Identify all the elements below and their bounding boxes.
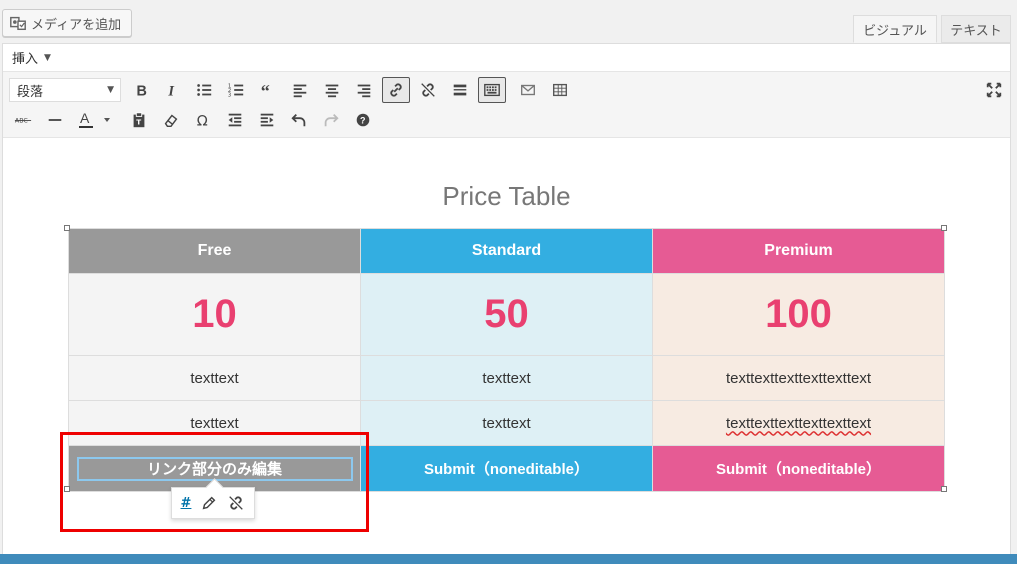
spellcheck-text: texttexttexttexttexttext (725, 414, 872, 432)
svg-text:?: ? (360, 116, 366, 126)
unlink-icon (421, 83, 435, 97)
bold-button[interactable]: B (127, 77, 155, 103)
clear-formatting-icon (164, 114, 178, 128)
header-free: Free (68, 228, 361, 274)
svg-text:Ω: Ω (197, 113, 208, 129)
table-cell: texttexttexttexttexttext (652, 355, 945, 401)
align-center-button[interactable] (318, 77, 346, 103)
page-title: Price Table (442, 181, 571, 211)
table-cell: texttexttexttexttexttext (652, 400, 945, 446)
table-cell: texttext (360, 355, 653, 401)
table-icon (553, 83, 567, 97)
price-free: 10 (68, 273, 361, 356)
fullscreen-button[interactable] (980, 77, 1008, 103)
redo-button[interactable] (317, 107, 345, 133)
add-media-button[interactable]: メディアを追加 (2, 9, 132, 37)
format-select[interactable]: 段落 ▼ (9, 78, 121, 102)
highlight-box (60, 432, 369, 532)
horizontal-line-icon (48, 119, 62, 121)
submit-button-standard: Submit（noneditable） (360, 445, 653, 492)
read-more-icon (453, 84, 467, 96)
resize-handle[interactable] (64, 225, 70, 231)
header-standard: Standard (360, 228, 653, 274)
svg-text:T: T (136, 118, 141, 127)
bold-icon: B (137, 83, 147, 99)
horizontal-line-button[interactable] (41, 107, 69, 133)
chevron-down-icon: ▼ (44, 52, 51, 63)
indent-button[interactable] (253, 107, 281, 133)
strikethrough-icon: ABC (14, 118, 32, 125)
numbered-list-button[interactable]: 123 (222, 77, 250, 103)
help-icon: ? (356, 113, 370, 127)
table-cell: texttext (360, 400, 653, 446)
svg-text:B: B (137, 83, 147, 99)
bullet-list-icon (197, 84, 212, 96)
price-standard: 50 (360, 273, 653, 356)
omega-icon: Ω (197, 113, 208, 129)
table-button[interactable] (546, 77, 574, 103)
outdent-icon (228, 113, 242, 127)
toolbar-toggle-icon (484, 83, 500, 97)
align-right-button[interactable] (350, 77, 378, 103)
undo-icon (291, 113, 306, 127)
table-row: texttext texttext texttexttexttexttextte… (68, 355, 945, 401)
help-button[interactable]: ? (349, 107, 377, 133)
toolbar-toggle-button[interactable] (478, 77, 506, 103)
svg-text:3: 3 (228, 92, 231, 98)
align-left-button[interactable] (286, 77, 314, 103)
blockquote-icon: “ (261, 81, 270, 99)
italic-icon: I (167, 83, 174, 99)
resize-handle[interactable] (941, 486, 947, 492)
text-color-button[interactable]: A (73, 107, 117, 133)
table-row: Free Standard Premium (68, 228, 945, 274)
undo-button[interactable] (285, 107, 313, 133)
indent-icon (260, 113, 274, 127)
table-cell: texttext (68, 355, 361, 401)
insert-menu[interactable]: 挿入 (12, 48, 38, 67)
link-icon (390, 83, 402, 97)
media-icon (10, 16, 26, 31)
table-row: 10 50 100 (68, 273, 945, 356)
svg-text:ABC: ABC (15, 118, 29, 125)
bottom-bar (0, 554, 1017, 564)
clear-formatting-button[interactable] (157, 107, 185, 133)
paste-text-button[interactable]: T (125, 107, 153, 133)
read-more-button[interactable] (446, 77, 474, 103)
italic-button[interactable]: I (158, 77, 186, 103)
align-center-icon (325, 84, 339, 98)
menubar: 挿入 ▼ (3, 44, 1010, 72)
price-premium: 100 (652, 273, 945, 356)
strikethrough-button[interactable]: ABC (9, 107, 37, 133)
fullscreen-icon (986, 82, 1002, 98)
tab-text[interactable]: テキスト (941, 15, 1011, 43)
special-char-button[interactable]: Ω (189, 107, 217, 133)
email-icon (521, 84, 535, 96)
submit-button-premium: Submit（noneditable） (652, 445, 945, 492)
outdent-button[interactable] (221, 107, 249, 133)
redo-icon (324, 113, 339, 127)
svg-text:A: A (80, 110, 90, 126)
header-premium: Premium (652, 228, 945, 274)
paste-text-icon: T (133, 112, 145, 128)
chevron-down-icon: ▼ (107, 85, 114, 95)
format-select-value: 段落 (17, 84, 44, 100)
align-left-icon (293, 84, 307, 98)
tab-visual[interactable]: ビジュアル (853, 15, 937, 43)
text-color-icon: A (79, 110, 110, 128)
unlink-button[interactable] (414, 77, 442, 103)
numbered-list-icon: 123 (228, 83, 244, 98)
resize-handle[interactable] (941, 225, 947, 231)
bullet-list-button[interactable] (190, 77, 218, 103)
svg-text:“: “ (261, 81, 270, 99)
svg-text:I: I (167, 83, 174, 99)
add-media-label: メディアを追加 (31, 17, 122, 33)
link-button[interactable] (382, 77, 410, 103)
email-button[interactable] (514, 77, 542, 103)
toolbar: 段落 ▼ B I 123 “ ABC A T Ω ? (3, 72, 1010, 138)
blockquote-button[interactable]: “ (254, 77, 282, 103)
align-right-icon (357, 84, 371, 98)
